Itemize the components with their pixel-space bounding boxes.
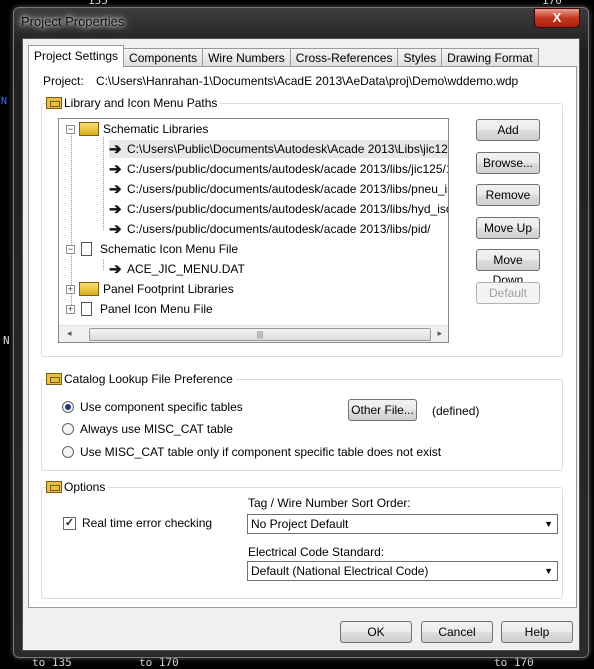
tab-drawing-format[interactable]: Drawing Format bbox=[441, 48, 539, 67]
folder-icon bbox=[79, 122, 99, 136]
file-icon bbox=[81, 302, 92, 316]
arrow-icon: ➔ bbox=[109, 161, 122, 178]
move-up-button[interactable]: Move Up bbox=[476, 217, 540, 239]
browse-button[interactable]: Browse... bbox=[476, 152, 540, 174]
library-group-title: Library and Icon Menu Paths bbox=[64, 96, 218, 110]
close-button[interactable]: X bbox=[534, 8, 580, 28]
scroll-right-icon[interactable]: ▸ bbox=[437, 328, 442, 339]
arrow-icon: ➔ bbox=[109, 141, 122, 158]
group-icon bbox=[46, 373, 62, 385]
cad-label: N bbox=[1, 96, 8, 107]
add-button[interactable]: Add bbox=[476, 119, 540, 141]
collapse-icon[interactable]: − bbox=[66, 124, 75, 134]
code-standard-label: Electrical Code Standard: bbox=[248, 545, 385, 559]
catalog-status: (defined) bbox=[432, 404, 480, 418]
expand-icon[interactable]: + bbox=[66, 284, 75, 294]
folder-icon bbox=[79, 282, 99, 296]
check-icon[interactable]: ✓ bbox=[63, 516, 76, 530]
tree-node-panel-icon-menu[interactable]: + Panel Icon Menu File bbox=[66, 300, 213, 318]
project-properties-dialog: Project Properties X Project Settings Co… bbox=[13, 7, 589, 658]
tree-node-path[interactable]: ➔ C:/users/public/documents/autodesk/acad… bbox=[109, 160, 448, 178]
project-settings-panel: Project: C:\Users\Hanrahan-1\Documents\A… bbox=[28, 66, 577, 608]
library-tree[interactable]: − Schematic Libraries ➔ C:\Users\Public\Do… bbox=[58, 118, 449, 343]
tree-node-path[interactable]: ➔ C:/users/public/documents/autodesk/acad… bbox=[109, 220, 431, 238]
tree-node-path[interactable]: ➔ C:\Users\Public\Documents\Autodesk\Acad… bbox=[109, 140, 448, 158]
help-button[interactable]: Help bbox=[501, 621, 573, 643]
tree-node-path[interactable]: ➔ C:/users/public/documents/autodesk/acad… bbox=[109, 180, 448, 198]
project-path: C:\Users\Hanrahan-1\Documents\AcadE 2013… bbox=[96, 74, 519, 88]
tab-wire-numbers[interactable]: Wire Numbers bbox=[202, 48, 291, 67]
tree-node-path[interactable]: ➔ C:/users/public/documents/autodesk/acad… bbox=[109, 200, 448, 218]
options-group-title: Options bbox=[64, 480, 106, 494]
cancel-button[interactable]: Cancel bbox=[421, 621, 493, 643]
tab-components[interactable]: Components bbox=[123, 48, 204, 67]
library-group: Library and Icon Menu Paths − Schematic L… bbox=[41, 96, 563, 357]
arrow-icon: ➔ bbox=[109, 181, 122, 198]
cad-label: N bbox=[3, 334, 10, 347]
horizontal-scrollbar[interactable]: ◂ ||| ▸ bbox=[59, 325, 448, 342]
group-icon bbox=[46, 481, 62, 493]
arrow-icon: ➔ bbox=[109, 201, 122, 218]
cad-label: 170 bbox=[542, 0, 562, 7]
tab-cross-references[interactable]: Cross-References bbox=[289, 48, 399, 67]
realtime-error-checkbox[interactable]: ✓ Real time error checking bbox=[63, 516, 212, 530]
tree-node-schematic-icon-menu[interactable]: − Schematic Icon Menu File bbox=[66, 240, 238, 258]
options-group: Options ✓ Real time error checking Tag / … bbox=[41, 480, 563, 599]
scrollbar-thumb[interactable]: ||| bbox=[89, 328, 431, 341]
radio-always-misc-cat[interactable]: Always use MISC_CAT table bbox=[62, 422, 233, 436]
window-title: Project Properties bbox=[21, 14, 125, 29]
ok-button[interactable]: OK bbox=[340, 621, 412, 643]
tree-node-schematic-libraries[interactable]: − Schematic Libraries bbox=[66, 120, 208, 138]
tree-node-panel-footprint[interactable]: + Panel Footprint Libraries bbox=[66, 280, 234, 298]
move-down-button[interactable]: Move Down bbox=[476, 249, 540, 287]
arrow-icon: ➔ bbox=[109, 221, 122, 238]
dropdown-arrow-icon[interactable]: ▼ bbox=[544, 515, 553, 533]
radio-component-tables[interactable]: Use component specific tables bbox=[62, 400, 243, 414]
scroll-left-icon[interactable]: ◂ bbox=[67, 328, 72, 339]
cad-label: 135 bbox=[88, 0, 108, 7]
tree-node-menu-file[interactable]: ➔ ACE_JIC_MENU.DAT bbox=[109, 260, 245, 278]
code-standard-select[interactable]: Default (National Electrical Code) ▼ bbox=[247, 561, 558, 581]
default-button[interactable]: Default bbox=[476, 282, 540, 304]
tab-styles[interactable]: Styles bbox=[397, 48, 443, 67]
catalog-group: Catalog Lookup File Preference Use compo… bbox=[41, 372, 563, 471]
radio-misc-cat-fallback[interactable]: Use MISC_CAT table only if component spe… bbox=[62, 445, 441, 459]
expand-icon[interactable]: + bbox=[66, 304, 75, 314]
tab-project-settings[interactable]: Project Settings bbox=[28, 45, 125, 67]
sort-order-select[interactable]: No Project Default ▼ bbox=[247, 514, 558, 534]
remove-button[interactable]: Remove bbox=[476, 184, 540, 206]
other-file-button[interactable]: Other File... bbox=[348, 399, 417, 421]
arrow-icon: ➔ bbox=[109, 261, 122, 278]
dropdown-arrow-icon[interactable]: ▼ bbox=[544, 562, 553, 580]
project-label: Project: bbox=[43, 74, 84, 88]
dialog-client: Project Settings Components Wire Numbers… bbox=[22, 38, 580, 651]
file-icon bbox=[81, 242, 92, 256]
collapse-icon[interactable]: − bbox=[66, 244, 75, 254]
tab-bar: Project Settings Components Wire Numbers… bbox=[28, 45, 539, 67]
catalog-group-title: Catalog Lookup File Preference bbox=[64, 372, 233, 386]
group-icon bbox=[46, 97, 62, 109]
sort-order-label: Tag / Wire Number Sort Order: bbox=[248, 496, 411, 510]
